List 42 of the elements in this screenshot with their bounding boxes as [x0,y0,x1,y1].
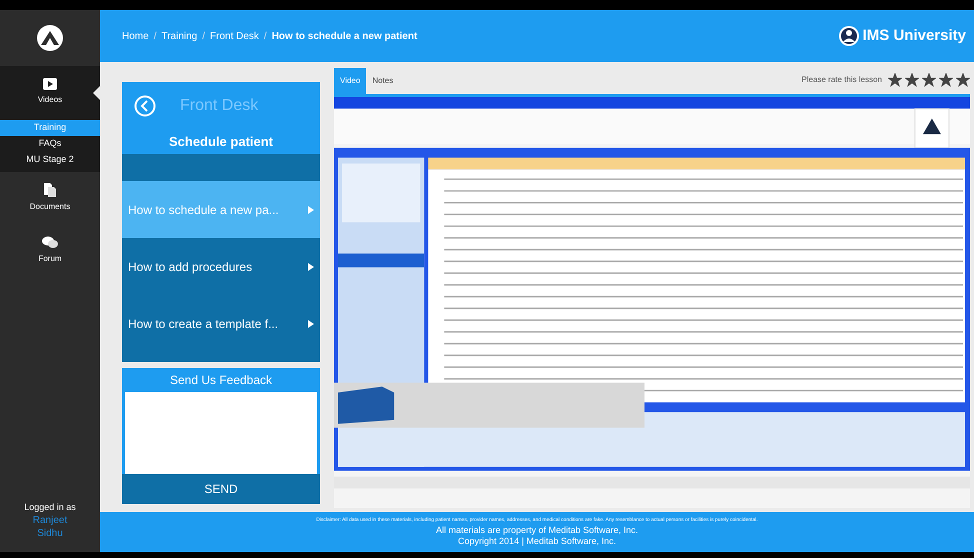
breadcrumb-link[interactable]: Front Desk [210,28,259,44]
breadcrumb-link[interactable]: Home [122,28,149,44]
send-button[interactable]: SEND [122,474,320,504]
chat-bubbles-icon [42,236,58,248]
lesson-item[interactable]: How to create a template f... [122,295,320,352]
nav-item[interactable]: Videos [0,66,100,118]
panel-title: Front Desk [180,96,258,116]
breadcrumb-link[interactable]: Training [161,28,198,44]
section-header: Schedule patient [122,130,320,154]
mountain-logo-icon [37,25,63,51]
copyright-text: Copyright 2014 | Meditab Software, Inc. [458,536,616,547]
star-icon[interactable] [922,73,936,87]
back-icon[interactable] [134,95,156,117]
documents-icon [44,183,56,197]
user-link[interactable]: Ranjeet Sidhu [25,514,75,540]
feedback-title: Send Us Feedback [168,372,274,389]
breadcrumb-separator: / [264,30,267,44]
star-icon[interactable] [888,73,902,87]
person-badge-icon [838,26,859,46]
breadcrumb-separator: / [154,30,156,44]
tab[interactable]: Video [334,68,366,94]
feedback-field[interactable] [125,392,317,474]
nav-item[interactable]: Forum [0,224,100,276]
nav-subitem[interactable]: FAQs [0,136,100,152]
star-icon[interactable] [939,73,953,87]
play-arrow-icon [308,262,314,270]
nav-subitem[interactable]: MU Stage 2 [0,152,100,168]
nav-subitem[interactable]: Training [0,120,100,136]
play-arrow-icon [308,320,314,328]
rating-label: Please rate this lesson [802,74,882,86]
copyright-text: All materials are property of Meditab Software, Inc. [436,524,638,536]
brand-name: IMS University [862,26,966,46]
play-arrow-icon [308,206,314,214]
video-icon [43,78,57,90]
login-label: Logged in as [24,501,76,514]
lesson-item[interactable]: How to add procedures [122,238,320,295]
star-icon[interactable] [956,73,970,87]
breadcrumb-separator: / [202,30,206,44]
nav-item[interactable]: Documents [0,172,100,224]
star-icon[interactable] [905,73,919,87]
tab[interactable]: Notes [366,68,400,94]
breadcrumb-current: How to schedule a new patient [272,30,418,44]
